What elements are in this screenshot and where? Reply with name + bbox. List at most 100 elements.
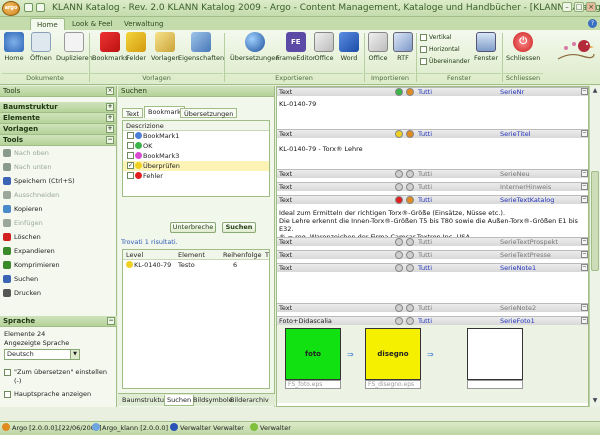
interrupt-button[interactable]: Unterbreche (170, 222, 216, 233)
section-sprache[interactable]: Sprache − (0, 316, 117, 327)
layout-vertical-option[interactable]: Vertikal (420, 34, 452, 41)
pin-icon[interactable]: × (106, 87, 114, 95)
image-placeholder[interactable]: disegno (365, 328, 421, 380)
status-icon[interactable] (395, 264, 403, 272)
bookmark-checkbox[interactable] (127, 141, 134, 149)
templates-button[interactable]: Vorlagen (151, 32, 180, 62)
window-button[interactable]: Fenster (474, 32, 498, 62)
layout-horizontal-option[interactable]: Horizontal (420, 46, 460, 53)
expand-icon[interactable]: + (106, 125, 114, 133)
toggle-icon[interactable]: − (581, 304, 588, 311)
tool-item[interactable]: Suchen (0, 272, 116, 286)
translation-icon[interactable] (406, 196, 414, 204)
translation-icon[interactable] (406, 264, 414, 272)
translation-icon[interactable] (406, 88, 414, 96)
tab-text[interactable]: Text (122, 108, 144, 118)
main-language-checkbox[interactable] (4, 391, 11, 398)
translate-option[interactable]: "Zum übersetzen" einstellen (-) (4, 368, 113, 386)
toggle-icon[interactable]: − (581, 317, 588, 324)
main-language-option[interactable]: Hauptsprache anzeigen (4, 390, 113, 399)
toggle-icon[interactable]: − (581, 183, 588, 190)
section-elemente[interactable]: Elemente + (0, 113, 116, 124)
translation-icon[interactable] (406, 317, 414, 325)
field-row[interactable]: Text Tutti InternerHinweis − (277, 182, 588, 191)
tab-translations[interactable]: Übersetzungen (180, 108, 238, 118)
tool-item[interactable]: Expandieren (0, 244, 116, 258)
status-icon[interactable] (395, 170, 403, 178)
field-row[interactable]: Text Tutti SerieTitel − (277, 129, 588, 138)
export-word-button[interactable]: Word (339, 32, 359, 62)
bookmark-checkbox[interactable] (127, 171, 134, 179)
import-rtf-button[interactable]: RTF (393, 32, 413, 62)
image-filename[interactable] (467, 380, 523, 389)
bookmark-checkbox[interactable] (127, 131, 134, 139)
image-filename[interactable]: FS_foto.eps (285, 380, 341, 389)
col-order[interactable]: Reihenfolge (223, 250, 261, 260)
list-item[interactable]: BookMark3 (123, 151, 269, 161)
tab-baumstruktur[interactable]: Baumstruktur (120, 395, 169, 406)
language-select[interactable]: Deutsch ▼ (4, 349, 80, 360)
tool-item[interactable]: Löschen (0, 230, 116, 244)
cascade-checkbox[interactable] (420, 58, 427, 65)
bookmark-checkbox[interactable] (127, 151, 134, 159)
translation-icon[interactable] (406, 238, 414, 246)
list-item[interactable]: ✓ Überprüfen (123, 161, 269, 171)
app-logo[interactable]: argo (2, 1, 20, 16)
image-filename[interactable]: FS_disegno.eps (365, 380, 421, 389)
tab-look-feel[interactable]: Look & Feel (66, 18, 119, 30)
frameeditor-button[interactable]: FE FrameEditor (276, 32, 316, 62)
section-baumstruktur[interactable]: Baumstruktur + (0, 102, 116, 113)
duplicate-button[interactable]: Duplizieren (56, 32, 93, 62)
field-row[interactable]: Text Tutti SerieNeu − (277, 169, 588, 178)
col-t[interactable]: T (265, 250, 269, 260)
field-row[interactable]: Text Tutti SerieNote1 − (277, 263, 588, 272)
tab-home[interactable]: Home (30, 18, 65, 30)
toggle-icon[interactable]: − (581, 238, 588, 245)
toggle-icon[interactable]: − (581, 251, 588, 258)
translate-checkbox[interactable] (4, 369, 11, 376)
status-icon[interactable] (395, 130, 403, 138)
collapse-icon[interactable]: − (106, 136, 114, 144)
content-serienr[interactable]: KL-0140-79 (279, 100, 579, 108)
toggle-icon[interactable]: − (581, 130, 588, 137)
translation-icon[interactable] (406, 304, 414, 312)
scroll-up-icon[interactable]: ▲ (591, 87, 599, 95)
vertical-checkbox[interactable] (420, 34, 427, 41)
search-button[interactable]: Suchen (222, 222, 256, 233)
minimize-icon[interactable]: – (562, 2, 572, 12)
close-document-button[interactable]: ⏻ Schliessen (506, 32, 540, 62)
collapse-icon[interactable]: − (107, 317, 115, 325)
translation-icon[interactable] (406, 130, 414, 138)
bookmarks-button[interactable]: Bookmarks (92, 32, 128, 62)
bookmark-checkbox[interactable]: ✓ (127, 161, 134, 169)
list-item[interactable]: Fehler (123, 171, 269, 181)
translation-icon[interactable] (406, 170, 414, 178)
home-button[interactable]: Home (4, 32, 24, 62)
translation-icon[interactable] (406, 183, 414, 191)
tab-bookmark[interactable]: Bookmark (144, 106, 185, 118)
field-row[interactable]: Text Tutti SerieNote2 − (277, 303, 588, 312)
content-serietitel[interactable]: KL-0140-79 - Torx® Lehre (279, 145, 579, 153)
scroll-down-icon[interactable]: ▼ (591, 397, 599, 405)
quick-save-icon[interactable] (24, 3, 33, 12)
close-icon[interactable]: × (586, 2, 596, 12)
tab-suchen[interactable]: Suchen (164, 395, 195, 406)
tool-item[interactable]: Speichern (Ctrl+S) (0, 174, 116, 188)
chevron-down-icon[interactable]: ▼ (70, 350, 79, 359)
col-element[interactable]: Element (178, 250, 205, 260)
properties-button[interactable]: Eigenschaften (178, 32, 224, 62)
tool-item[interactable]: Drucken (0, 286, 116, 300)
translation-icon[interactable] (406, 251, 414, 259)
status-icon[interactable] (395, 251, 403, 259)
table-row[interactable]: KL-0140-79 Testo 6 (123, 260, 269, 270)
translations-button[interactable]: Übersetzungen (230, 32, 279, 62)
expand-icon[interactable]: + (106, 103, 114, 111)
list-item[interactable]: OK (123, 141, 269, 151)
field-row[interactable]: Text Tutti SerieTextKatalog − (277, 195, 588, 204)
expand-icon[interactable]: + (106, 114, 114, 122)
tool-item[interactable]: Komprimieren (0, 258, 116, 272)
list-item[interactable]: BookMark1 (123, 131, 269, 141)
status-icon[interactable] (395, 238, 403, 246)
import-office-button[interactable]: Office (368, 32, 388, 62)
help-icon[interactable]: ? (588, 19, 597, 28)
